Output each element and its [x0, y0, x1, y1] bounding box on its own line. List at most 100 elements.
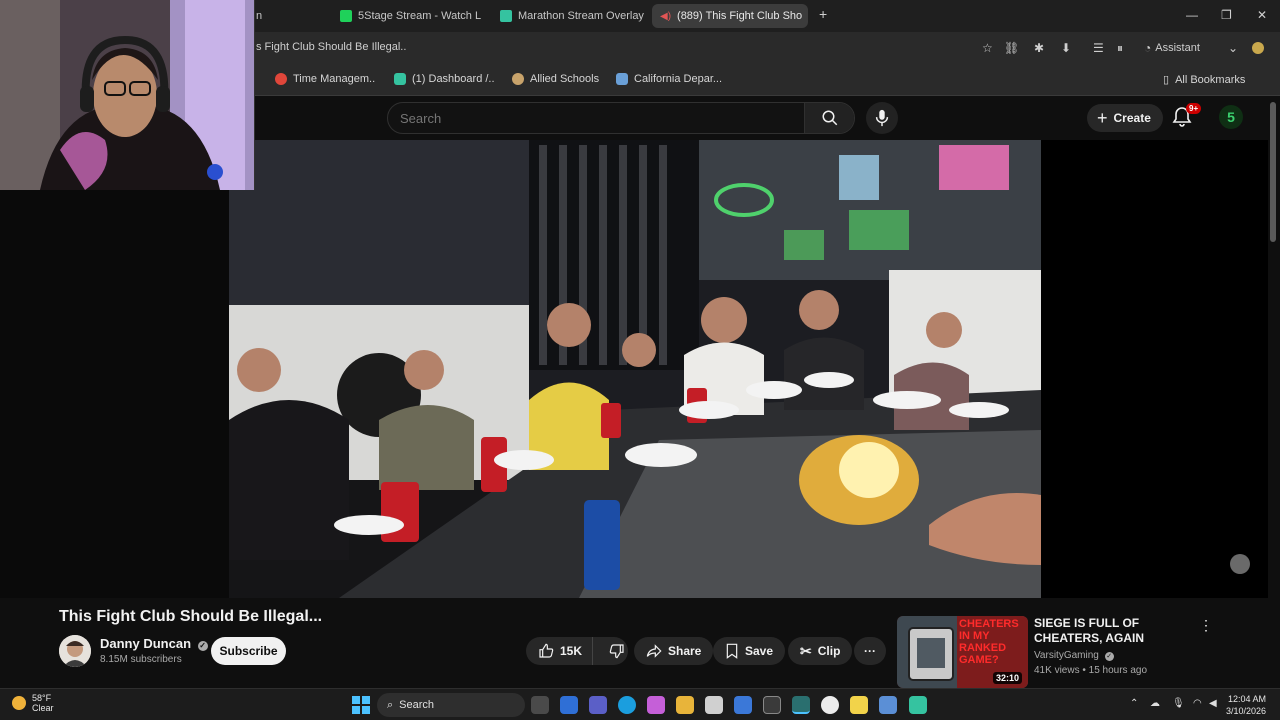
recommendation-channel[interactable]: VarsityGaming ✓ [1034, 650, 1114, 661]
minimize-button[interactable]: — [1186, 8, 1198, 22]
overlay-icon [500, 10, 512, 22]
tab-marathon-overlay[interactable]: Marathon Stream Overlay [492, 4, 644, 28]
scissors-icon: ✂ [800, 642, 812, 659]
bookmark-label: California Depar... [634, 73, 723, 85]
chevron-down-icon[interactable]: ⌄ [1228, 41, 1238, 55]
clip-button[interactable]: ✂ Clip [788, 637, 853, 665]
overlay-app-icon[interactable] [909, 696, 927, 714]
bookmark-time-management[interactable]: Time Managem.. [275, 73, 375, 85]
chatgpt-icon[interactable] [821, 696, 839, 714]
all-bookmarks-button[interactable]: ▯ All Bookmarks [1163, 73, 1246, 87]
verified-icon: ✓ [197, 641, 208, 651]
weather-widget[interactable]: 58°F Clear [12, 693, 54, 713]
webcam-overlay [0, 0, 255, 190]
channel-name[interactable]: Danny Duncan ✓ [100, 636, 208, 651]
onedrive-icon[interactable]: ☁ [1150, 698, 1160, 709]
tab-hidden[interactable]: n [248, 4, 308, 28]
voice-search-button[interactable] [866, 102, 898, 134]
search-input[interactable] [388, 103, 804, 133]
subscribe-button[interactable]: Subscribe [211, 637, 286, 665]
tab-label: n [256, 10, 263, 22]
browser-taskbar-icon[interactable] [792, 696, 810, 714]
search-icon [822, 110, 837, 126]
teams-icon[interactable] [589, 696, 607, 714]
profile-avatar-icon[interactable] [1252, 42, 1264, 54]
save-page-icon[interactable]: ⬇ [1061, 41, 1071, 55]
create-button[interactable]: + Create [1087, 104, 1163, 132]
recommendation-menu-button[interactable]: ⋮ [1199, 617, 1213, 634]
profile-avatar[interactable]: 5 [1219, 105, 1243, 129]
star-icon[interactable]: ☆ [982, 41, 993, 55]
tab-label: Marathon Stream Overlay [518, 10, 644, 22]
all-bookmarks-label: All Bookmarks [1175, 73, 1246, 86]
share-icon [646, 644, 662, 658]
file-explorer-icon[interactable] [676, 696, 694, 714]
bookmark-favicon [275, 73, 287, 85]
weather-condition: Clear [32, 703, 54, 713]
calculator-icon[interactable] [879, 696, 897, 714]
url-text[interactable]: s Fight Club Should Be Illegal.. [256, 41, 406, 53]
bookmark-label: Allied Schools [530, 73, 600, 85]
notification-badge: 9+ [1186, 103, 1202, 114]
assistant-button[interactable]: ◔ Assistant [1144, 41, 1200, 55]
like-dislike-group: 15K [526, 637, 628, 665]
volume-icon[interactable]: ◀ [1209, 698, 1217, 709]
thumbs-up-icon [539, 643, 554, 658]
app-icon[interactable] [763, 696, 781, 714]
channel-avatar-image [59, 635, 91, 667]
reading-list-icon[interactable]: ☰ [1093, 41, 1104, 55]
more-icon: ··· [864, 644, 876, 658]
bookmark-icon [726, 643, 738, 659]
link-icon[interactable]: ⛓ [1004, 41, 1019, 55]
video-duration: 32:10 [993, 672, 1023, 684]
store-icon[interactable] [705, 696, 723, 714]
search-button[interactable] [804, 103, 854, 133]
video-scene-image [229, 140, 1041, 598]
sticky-notes-icon[interactable] [850, 696, 868, 714]
task-view-icon[interactable] [531, 696, 549, 714]
outlook-icon[interactable] [560, 696, 578, 714]
chevron-up-icon[interactable]: ⌃ [1130, 698, 1138, 709]
bookmark-california-dept[interactable]: California Depar... [616, 73, 722, 85]
dislike-button[interactable] [599, 643, 625, 659]
bookmark-favicon [616, 73, 628, 85]
save-button[interactable]: Save [713, 637, 786, 665]
audio-icon[interactable]: ⏸ [1117, 41, 1123, 56]
more-actions-button[interactable]: ··· [854, 637, 886, 665]
webcam-image [0, 0, 254, 190]
microphone-tray-icon[interactable]: 🎙︎ [1172, 698, 1185, 709]
channel-avatar[interactable] [59, 635, 91, 667]
recommendation-title[interactable]: SIEGE IS FULL OF CHEATERS, AGAIN [1034, 616, 1194, 646]
extensions-icon[interactable]: ✱ [1034, 41, 1044, 55]
video-frame[interactable] [229, 140, 1041, 598]
tab-5stage-stream[interactable]: 5Stage Stream - Watch L [332, 4, 484, 28]
photos-icon[interactable] [734, 696, 752, 714]
moon-icon [12, 696, 26, 710]
bookmark-label: (1) Dashboard /.. [412, 73, 495, 85]
scrollbar-thumb[interactable] [1270, 102, 1276, 242]
start-icon[interactable] [352, 696, 370, 714]
tab-label: 5Stage Stream - Watch L [358, 10, 482, 22]
copilot-icon[interactable] [647, 696, 665, 714]
share-button[interactable]: Share [634, 637, 714, 665]
search-icon: ⌕ [387, 698, 394, 711]
subscriber-count: 8.15M subscribers [100, 654, 182, 665]
bookmark-dashboard[interactable]: (1) Dashboard /.. [394, 73, 495, 85]
bookmark-label: Time Managem.. [293, 73, 376, 85]
bookmark-allied-schools[interactable]: Allied Schools [512, 73, 599, 85]
edge-icon[interactable] [618, 696, 636, 714]
wifi-icon[interactable]: ◠ [1193, 698, 1202, 709]
taskbar-search[interactable]: ⌕ Search [377, 693, 525, 717]
new-tab-button[interactable]: + [819, 6, 827, 22]
channel-watermark-icon[interactable] [1230, 554, 1250, 574]
assistant-icon: ◔ [1144, 41, 1152, 55]
like-button[interactable]: 15K [526, 637, 594, 665]
kick-icon [340, 10, 352, 22]
verified-icon: ✓ [1104, 652, 1114, 661]
date: 3/10/2026 [1226, 706, 1267, 716]
taskbar-search-label: Search [399, 699, 435, 711]
taskbar-clock[interactable]: 12:04 AM 3/10/2026 [1226, 693, 1266, 717]
maximize-button[interactable]: ❐ [1221, 8, 1232, 22]
close-window-button[interactable]: ✕ [1257, 8, 1267, 22]
tab-youtube-video[interactable]: ◀) (889) This Fight Club Sho [652, 4, 808, 28]
